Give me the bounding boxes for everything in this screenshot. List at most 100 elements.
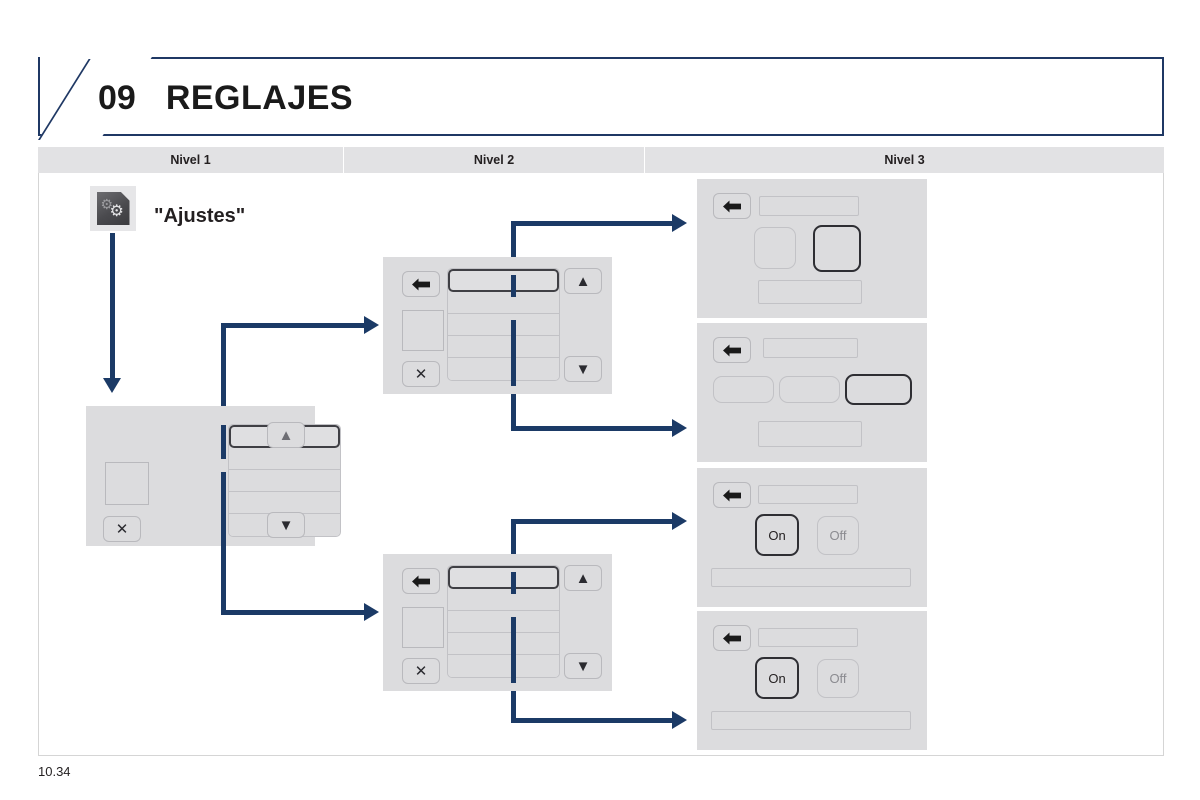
level2-bottom-list-row-selected[interactable]	[448, 566, 559, 589]
level2-top-list-row-selected[interactable]	[448, 269, 559, 292]
close-icon: ✕	[414, 662, 428, 680]
level2-top-scroll-up-button[interactable]: ▲	[564, 268, 602, 294]
level2-top-list-row[interactable]	[448, 358, 559, 380]
close-icon: ✕	[414, 365, 428, 383]
level1-thumbnail-placeholder	[105, 462, 149, 505]
back-arrow-icon	[722, 632, 742, 645]
connector-icon-to-level1	[110, 233, 115, 381]
header-title-wrap: 09 REGLAJES	[98, 59, 353, 138]
arrow-head-to-level3-1	[672, 214, 687, 232]
level3-3-off-button[interactable]: Off	[817, 516, 859, 555]
level3-1-footer-bar	[758, 280, 862, 304]
connector-l2t-row1-horiz	[511, 221, 674, 226]
arrow-head-to-level3-2	[672, 419, 687, 437]
level3-screen-onoff-lower: On Off	[697, 611, 927, 750]
level1-list-row[interactable]	[229, 470, 340, 492]
chevron-down-icon: ▼	[575, 360, 591, 378]
settings-gears-icon[interactable]: ⚙ ⚙	[90, 186, 136, 231]
chevron-up-icon: ▲	[278, 426, 294, 444]
connector-l2b-row3-horiz	[511, 718, 674, 723]
level2-bottom-scroll-down-button[interactable]: ▼	[564, 653, 602, 679]
level3-3-title-bar	[758, 485, 858, 504]
level1-menu-screen: ✕ ▲ ▼	[86, 406, 341, 546]
level2-bottom-close-button[interactable]: ✕	[402, 658, 440, 684]
level3-2-tile-2[interactable]	[779, 376, 840, 403]
level2-bottom-back-button[interactable]	[402, 568, 440, 594]
level3-2-tile-1[interactable]	[713, 376, 774, 403]
level-column-header-3: Nivel 3	[884, 153, 925, 167]
level3-4-on-button[interactable]: On	[755, 657, 799, 699]
level1-list-row[interactable]	[229, 448, 340, 470]
footer-page-number: 10.34	[38, 764, 71, 779]
levels-bar: Nivel 1 Nivel 2 Nivel 3	[38, 146, 1164, 173]
connector-l2b-row3-vert-a	[511, 617, 516, 683]
chevron-down-icon: ▼	[278, 516, 294, 534]
level2-bottom-list-row[interactable]	[448, 611, 559, 633]
arrow-head-to-level3-4	[672, 711, 687, 729]
level3-screen-onoff-upper: On Off	[697, 468, 927, 607]
connector-l1row3-vert-b	[221, 540, 226, 615]
level2-top-close-button[interactable]: ✕	[402, 361, 440, 387]
level3-2-title-bar	[763, 338, 858, 358]
level1-scroll-down-button[interactable]: ▼	[267, 512, 305, 538]
level2-top-scroll-down-button[interactable]: ▼	[564, 356, 602, 382]
level3-4-back-button[interactable]	[713, 625, 751, 651]
app-entry-label: "Ajustes"	[154, 205, 246, 227]
level2-top-thumbnail-placeholder	[402, 310, 444, 351]
level2-bottom-scroll-up-button[interactable]: ▲	[564, 565, 602, 591]
off-label: Off	[829, 528, 847, 543]
level3-2-back-button[interactable]	[713, 337, 751, 363]
level3-3-back-button[interactable]	[713, 482, 751, 508]
level3-1-tile-2-selected[interactable]	[813, 225, 861, 272]
header-banner: 09 REGLAJES	[38, 57, 1164, 136]
level-column-header-1: Nivel 1	[38, 147, 344, 173]
level2-top-list-row[interactable]	[448, 314, 559, 336]
level3-4-title-bar	[758, 628, 858, 647]
level1-scroll-up-button[interactable]: ▲	[267, 422, 305, 448]
connector-l2t-row3-vert-a	[511, 320, 516, 386]
level3-1-tile-1[interactable]	[754, 227, 796, 269]
on-label: On	[768, 670, 786, 686]
level3-1-back-button[interactable]	[713, 193, 751, 219]
level2-top-list[interactable]	[447, 268, 560, 381]
chevron-up-icon: ▲	[575, 272, 591, 290]
level1-close-button[interactable]: ✕	[103, 516, 141, 542]
connector-l2b-row1-vert-a	[511, 572, 516, 594]
arrow-head-to-level2-bottom	[364, 603, 379, 621]
level3-4-footer-bar	[711, 711, 911, 730]
page-title: REGLAJES	[165, 79, 354, 117]
level2-top-list-row[interactable]	[448, 336, 559, 358]
level2-bottom-list-row[interactable]	[448, 655, 559, 677]
off-label: Off	[829, 671, 847, 686]
level2-top-back-button[interactable]	[402, 271, 440, 297]
connector-l2t-row1-vert-a	[511, 275, 516, 297]
connector-l1row3-horiz	[221, 610, 367, 615]
level2-bottom-list-row[interactable]	[448, 633, 559, 655]
chevron-up-icon: ▲	[575, 569, 591, 587]
back-arrow-icon	[411, 575, 431, 588]
level2-bottom-list[interactable]	[447, 565, 560, 678]
chapter-number: 09	[98, 79, 136, 117]
level2-menu-screen-bottom: ✕ ▲ ▼	[383, 554, 612, 691]
level-column-header-2: Nivel 2	[344, 147, 645, 173]
chevron-down-icon: ▼	[575, 657, 591, 675]
level3-4-off-button[interactable]: Off	[817, 659, 859, 698]
level3-3-on-button[interactable]: On	[755, 514, 799, 556]
back-arrow-icon	[722, 344, 742, 357]
level2-menu-screen-top: ✕ ▲ ▼	[383, 257, 612, 394]
arrow-head-to-level3-3	[672, 512, 687, 530]
connector-l1row1-vert-a	[221, 425, 226, 459]
level2-bottom-thumbnail-placeholder	[402, 607, 444, 648]
level2-bottom-list-row[interactable]	[448, 589, 559, 611]
level2-top-list-row[interactable]	[448, 292, 559, 314]
level3-screen-two-tiles	[697, 179, 927, 318]
on-label: On	[768, 527, 786, 543]
arrow-head-icon-to-level1	[103, 378, 121, 393]
level1-list-row[interactable]	[229, 492, 340, 514]
connector-l2t-row3-horiz	[511, 426, 674, 431]
close-icon: ✕	[115, 520, 129, 538]
level3-2-tile-3-selected[interactable]	[845, 374, 912, 405]
connector-l2b-row1-horiz	[511, 519, 674, 524]
connector-l1row1-horiz	[221, 323, 367, 328]
arrow-head-to-level2-top	[364, 316, 379, 334]
